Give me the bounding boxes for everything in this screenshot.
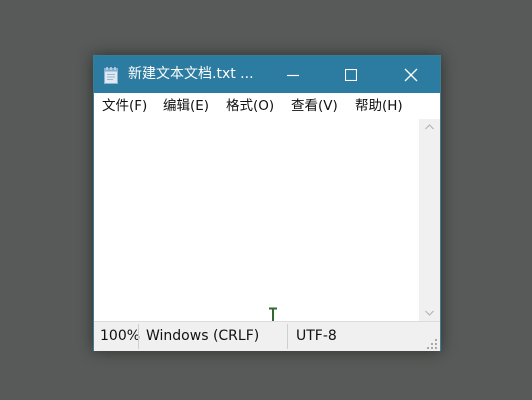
menu-help[interactable]: 帮助(H): [355, 93, 403, 119]
resize-grip-icon[interactable]: [427, 338, 438, 349]
minimize-button[interactable]: [264, 56, 322, 93]
title-bar[interactable]: 新建文本文档.txt ...: [94, 56, 440, 93]
status-divider: [287, 324, 288, 349]
notepad-icon: [103, 66, 119, 84]
status-zoom: 100%: [100, 328, 141, 344]
menu-bar: 文件(F) 编辑(E) 格式(O) 查看(V) 帮助(H): [94, 93, 440, 119]
status-line-ending: Windows (CRLF): [146, 328, 260, 344]
maximize-icon: [345, 68, 357, 81]
menu-format[interactable]: 格式(O): [226, 93, 274, 119]
close-button[interactable]: [382, 56, 440, 93]
menu-file[interactable]: 文件(F): [102, 93, 147, 119]
status-bar: 100% Windows (CRLF) UTF-8: [94, 321, 440, 351]
scroll-up-button[interactable]: [419, 119, 440, 135]
menu-view[interactable]: 查看(V): [291, 93, 338, 119]
chevron-up-icon: [425, 124, 434, 130]
vertical-scrollbar[interactable]: [419, 119, 440, 321]
status-encoding: UTF-8: [296, 328, 337, 344]
chevron-down-icon: [425, 310, 434, 316]
menu-edit[interactable]: 编辑(E): [163, 93, 209, 119]
close-icon: [404, 68, 418, 81]
scroll-down-button[interactable]: [419, 305, 440, 321]
notepad-window: 新建文本文档.txt ... 文件(F) 编辑(E) 格式(O) 查看(V) 帮…: [93, 55, 441, 351]
text-editor-area[interactable]: [94, 119, 419, 325]
minimize-icon: [287, 74, 299, 76]
window-title: 新建文本文档.txt ...: [128, 66, 254, 82]
maximize-button[interactable]: [322, 56, 380, 93]
status-divider: [138, 324, 139, 349]
